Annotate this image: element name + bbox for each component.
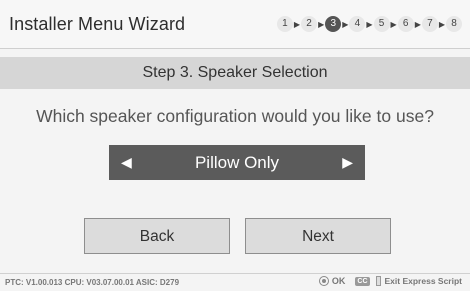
step-arrow-icon: ▶	[342, 19, 349, 29]
footer-hints: OK CC Exit Express Script	[318, 276, 462, 286]
step-title: Step 3. Speaker Selection	[0, 57, 470, 89]
selector-value: Pillow Only	[194, 153, 280, 172]
header: Installer Menu Wizard 1 ▶ 2 ▶ 3 ▶ 4 ▶ 5 …	[0, 0, 470, 49]
right-arrow-icon[interactable]: ▶	[342, 145, 353, 180]
step-arrow-icon: ▶	[414, 19, 421, 29]
exit-icon	[375, 276, 381, 286]
back-button[interactable]: Back	[84, 218, 230, 254]
step-arrow-icon: ▶	[366, 19, 373, 29]
cc-icon: CC	[355, 276, 370, 286]
step-3-current: 3	[325, 16, 342, 32]
page-title: Installer Menu Wizard	[9, 14, 186, 34]
step-8: 8	[446, 16, 462, 32]
step-7: 7	[421, 16, 438, 32]
version-info: PTC: V1.00.013 CPU: V03.07.00.01 ASIC: D…	[5, 278, 180, 287]
ok-icon	[318, 276, 329, 286]
footer: PTC: V1.00.013 CPU: V03.07.00.01 ASIC: D…	[0, 273, 470, 291]
exit-hint-label: Exit Express Script	[384, 276, 462, 286]
speaker-config-selector[interactable]: ◀ Pillow Only ▶	[109, 145, 365, 180]
ok-hint-label: OK	[331, 276, 346, 286]
step-arrow-icon: ▶	[438, 19, 445, 29]
step-1: 1	[276, 16, 293, 32]
step-arrow-icon: ▶	[318, 19, 325, 29]
step-4: 4	[349, 16, 366, 32]
next-button[interactable]: Next	[245, 218, 391, 254]
step-arrow-icon: ▶	[293, 19, 301, 29]
step-indicator: 1 ▶ 2 ▶ 3 ▶ 4 ▶ 5 ▶ 6 ▶ 7 ▶ 8	[276, 16, 462, 32]
step-5: 5	[373, 16, 390, 32]
wizard-screen: Installer Menu Wizard 1 ▶ 2 ▶ 3 ▶ 4 ▶ 5 …	[0, 0, 470, 291]
step-2: 2	[301, 16, 318, 32]
step-arrow-icon: ▶	[390, 19, 397, 29]
step-6: 6	[397, 16, 414, 32]
question-text: Which speaker configuration would you li…	[36, 106, 434, 126]
